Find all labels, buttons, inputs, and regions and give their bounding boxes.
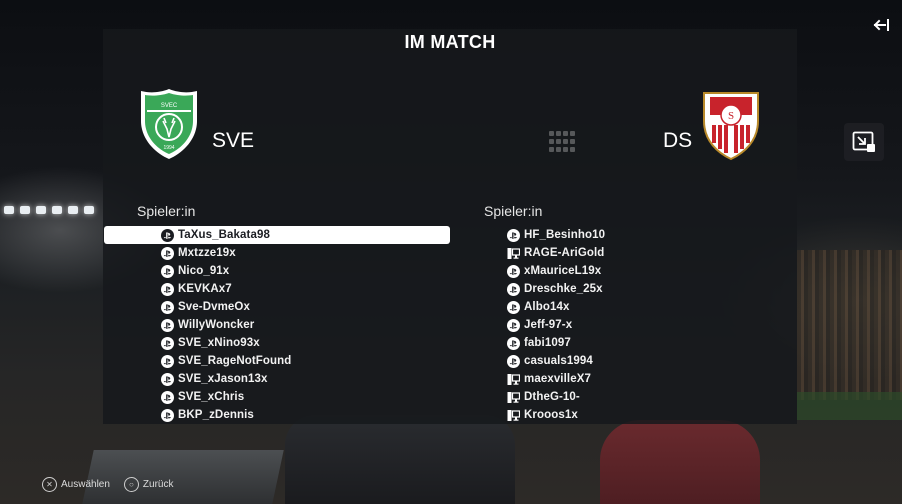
playstation-icon bbox=[161, 246, 174, 260]
player-row[interactable]: DtheG-10- bbox=[506, 388, 796, 406]
pc-icon bbox=[507, 409, 520, 422]
player-row[interactable]: TaXus_Bakata98 bbox=[104, 226, 450, 244]
player-row[interactable]: SVE_RageNotFound bbox=[104, 352, 450, 370]
player-name: TaXus_Bakata98 bbox=[178, 229, 270, 241]
player-name: KEVKAx7 bbox=[178, 283, 232, 295]
player-name: SVE_RageNotFound bbox=[178, 355, 292, 367]
playstation-icon bbox=[507, 336, 520, 350]
player-row[interactable]: Sve-DvmeOx bbox=[104, 298, 450, 316]
player-row[interactable]: Jeff-97-x bbox=[506, 316, 796, 334]
player-name: Jeff-97-x bbox=[524, 319, 573, 331]
playstation-icon bbox=[161, 408, 174, 422]
away-team-abbr: DS bbox=[663, 129, 693, 152]
player-name: Dreschke_25x bbox=[524, 283, 603, 295]
circle-button-icon: ○ bbox=[123, 477, 139, 492]
playstation-icon bbox=[161, 300, 174, 314]
pc-icon bbox=[507, 373, 520, 386]
playstation-icon bbox=[161, 390, 174, 404]
playstation-icon bbox=[161, 354, 174, 368]
player-name: Krooos1x bbox=[524, 409, 578, 421]
stadium-crowd bbox=[797, 250, 902, 400]
picture-in-picture-icon bbox=[852, 131, 875, 152]
playstation-icon bbox=[507, 264, 520, 278]
playstation-icon bbox=[161, 228, 174, 242]
svg-text:S: S bbox=[728, 110, 734, 122]
playstation-icon bbox=[507, 300, 520, 314]
pc-icon bbox=[507, 247, 520, 260]
playstation-icon bbox=[507, 354, 520, 368]
away-players-header: Spieler:in bbox=[484, 203, 543, 219]
player-row[interactable]: maexvilleX7 bbox=[506, 370, 796, 388]
home-player-list: TaXus_Bakata98 Mxtzze19x Nico_91x KEVKAx7 Sv… bbox=[104, 226, 450, 424]
player-name: SVE_xChris bbox=[178, 391, 245, 403]
back-hint-label: Zurück bbox=[142, 479, 174, 490]
cross-button-icon: ✕ bbox=[42, 477, 57, 492]
player-name: Nico_91x bbox=[178, 265, 230, 277]
player-row[interactable]: HF_Besinho10 bbox=[506, 226, 796, 244]
player-name: RAGE-AriGold bbox=[524, 247, 605, 259]
player-row[interactable]: fabi1097 bbox=[506, 334, 796, 352]
minimize-view-button[interactable] bbox=[844, 123, 884, 161]
player-name: SVE_xJason13x bbox=[178, 373, 268, 385]
versus-icon bbox=[549, 131, 579, 153]
playstation-icon bbox=[161, 336, 174, 350]
player-name: Albo14x bbox=[524, 301, 570, 313]
away-player-list: HF_Besinho10 RAGE-AriGold xMauriceL19x Dres… bbox=[506, 226, 796, 424]
background-figure bbox=[285, 415, 515, 504]
player-row[interactable]: WillyWoncker bbox=[104, 316, 450, 334]
exit-icon[interactable] bbox=[872, 17, 892, 33]
player-name: fabi1097 bbox=[524, 337, 571, 349]
player-row[interactable]: Krooos1x bbox=[506, 406, 796, 424]
player-row[interactable]: Dreschke_25x bbox=[506, 280, 796, 298]
player-row[interactable]: Nico_91x bbox=[104, 262, 450, 280]
player-row[interactable]: casuals1994 bbox=[506, 352, 796, 370]
playstation-icon bbox=[161, 318, 174, 332]
player-name: DtheG-10- bbox=[524, 391, 580, 403]
select-hint-label: Auswählen bbox=[61, 479, 110, 490]
select-hint[interactable]: ✕ Auswählen bbox=[42, 477, 110, 492]
page-title: IM MATCH bbox=[404, 32, 496, 52]
player-name: Sve-DvmeOx bbox=[178, 301, 250, 313]
player-name: BKP_zDennis bbox=[178, 409, 254, 421]
back-hint[interactable]: ○ Zurück bbox=[123, 477, 174, 492]
playstation-icon bbox=[161, 264, 174, 278]
player-row[interactable]: KEVKAx7 bbox=[104, 280, 450, 298]
svg-text:SVEC: SVEC bbox=[161, 103, 178, 109]
match-panel: IM MATCH SVEC 1994 SVE DS S Spieler:in S… bbox=[103, 29, 797, 424]
player-row[interactable]: BKP_zDennis bbox=[104, 406, 450, 424]
home-players-header: Spieler:in bbox=[137, 203, 196, 219]
playstation-icon bbox=[507, 228, 520, 242]
pc-icon bbox=[507, 391, 520, 404]
player-name: WillyWoncker bbox=[178, 319, 255, 331]
playstation-icon bbox=[507, 282, 520, 296]
player-name: HF_Besinho10 bbox=[524, 229, 606, 241]
player-row[interactable]: SVE_xChris bbox=[104, 388, 450, 406]
home-team-abbr: SVE bbox=[212, 129, 255, 152]
player-name: SVE_xNino93x bbox=[178, 337, 260, 349]
player-row[interactable]: Mxtzze19x bbox=[104, 244, 450, 262]
green-shield-crest-icon: SVEC 1994 bbox=[141, 89, 197, 159]
sevilla-crest-icon: S bbox=[703, 92, 759, 161]
player-row[interactable]: SVE_xNino93x bbox=[104, 334, 450, 352]
player-row[interactable]: xMauriceL19x bbox=[506, 262, 796, 280]
player-name: xMauriceL19x bbox=[524, 265, 602, 277]
player-name: Mxtzze19x bbox=[178, 247, 236, 259]
player-name: maexvilleX7 bbox=[524, 373, 591, 385]
player-row[interactable]: SVE_xJason13x bbox=[104, 370, 450, 388]
stadium-lights bbox=[0, 206, 105, 220]
background-figure-red bbox=[600, 420, 760, 504]
playstation-icon bbox=[507, 318, 520, 332]
button-hints: ✕ Auswählen ○ Zurück bbox=[42, 477, 173, 492]
svg-text:1994: 1994 bbox=[163, 145, 174, 151]
pitch-strip bbox=[797, 392, 902, 420]
playstation-icon bbox=[161, 282, 174, 296]
player-name: casuals1994 bbox=[524, 355, 593, 367]
player-row[interactable]: Albo14x bbox=[506, 298, 796, 316]
playstation-icon bbox=[161, 372, 174, 386]
player-row[interactable]: RAGE-AriGold bbox=[506, 244, 796, 262]
